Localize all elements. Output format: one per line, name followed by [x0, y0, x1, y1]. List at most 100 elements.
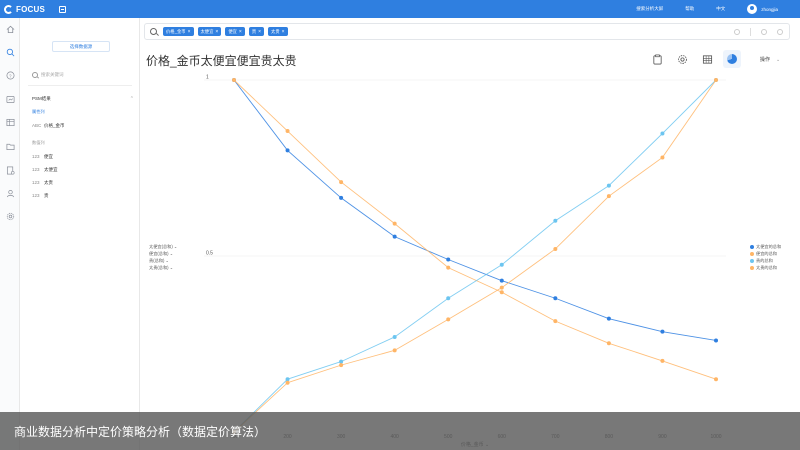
- panel-search[interactable]: 搜索关键词: [32, 70, 132, 79]
- data-point[interactable]: [285, 380, 290, 385]
- field-name: 价格_金币: [44, 123, 65, 128]
- field-too-cheap[interactable]: 123 太便宜: [32, 167, 58, 173]
- data-point[interactable]: [606, 194, 611, 199]
- chip-label: 价格_金币: [166, 28, 186, 34]
- svg-text:?: ?: [8, 73, 11, 78]
- link-dashboard[interactable]: 搜索分析大屏: [636, 6, 663, 12]
- data-point[interactable]: [446, 317, 451, 322]
- data-point[interactable]: [714, 377, 718, 382]
- chart-legend: 太便宜的总和 便宜的总和 贵的总和 太贵的总和: [750, 243, 781, 271]
- question-icon[interactable]: ?: [5, 70, 15, 80]
- chip-label: 太贵: [271, 28, 280, 34]
- search-chip[interactable]: 太便宜 ×: [197, 27, 222, 36]
- field-type: 123: [32, 154, 40, 159]
- field-expensive[interactable]: 123 贵: [32, 193, 49, 199]
- link-language[interactable]: 中文: [716, 6, 725, 12]
- data-point[interactable]: [392, 221, 397, 226]
- legend-item[interactable]: 太便宜的总和: [750, 243, 781, 250]
- data-point[interactable]: [285, 377, 290, 382]
- left-legend-item[interactable]: 贵(总和) ⌄: [149, 257, 177, 264]
- task-icon[interactable]: [5, 165, 15, 175]
- field-price-gold[interactable]: ABC 价格_金币: [32, 123, 65, 129]
- field-too-expensive[interactable]: 123 太贵: [32, 180, 53, 186]
- search-chip[interactable]: 便宜 ×: [225, 27, 245, 36]
- series-line: [233, 79, 717, 341]
- legend-item[interactable]: 贵的总和: [750, 257, 781, 264]
- table-psm-results[interactable]: PSM结果 ⌃: [32, 96, 134, 102]
- focus-logo[interactable]: FOCUS: [4, 0, 45, 18]
- data-point[interactable]: [232, 78, 236, 82]
- data-point[interactable]: [660, 131, 665, 136]
- legend-item[interactable]: 便宜的总和: [750, 250, 781, 257]
- history-icon[interactable]: [761, 28, 767, 35]
- data-point[interactable]: [285, 148, 290, 153]
- user-icon[interactable]: [5, 188, 15, 198]
- data-point[interactable]: [553, 296, 558, 301]
- search-icon[interactable]: [5, 47, 15, 57]
- data-point[interactable]: [499, 262, 504, 267]
- close-icon[interactable]: ×: [282, 29, 285, 35]
- data-point[interactable]: [285, 129, 290, 134]
- data-point[interactable]: [553, 246, 558, 251]
- username[interactable]: zhongjia: [761, 7, 778, 12]
- data-point[interactable]: [606, 183, 611, 188]
- legend-item[interactable]: 太贵的总和: [750, 264, 781, 271]
- data-point[interactable]: [339, 195, 344, 200]
- folder-icon[interactable]: [5, 141, 15, 151]
- data-point[interactable]: [446, 257, 451, 262]
- data-point[interactable]: [660, 155, 665, 160]
- close-icon[interactable]: ×: [258, 29, 261, 35]
- chart-type-button[interactable]: [723, 50, 741, 68]
- chip-label: 便宜: [228, 28, 237, 34]
- settings-icon[interactable]: [5, 211, 15, 221]
- data-point[interactable]: [446, 296, 451, 301]
- legend-dot: [750, 258, 754, 263]
- dashboard-icon[interactable]: [5, 94, 15, 104]
- left-legend-item[interactable]: 太便宜(总和) ⌄: [149, 243, 177, 250]
- left-legend-item[interactable]: 便宜(总和) ⌄: [149, 250, 177, 257]
- gear-icon[interactable]: [676, 53, 688, 65]
- data-point[interactable]: [714, 338, 718, 343]
- collapse-icon[interactable]: ⌃: [130, 96, 134, 102]
- new-tab-icon[interactable]: [59, 5, 66, 13]
- data-point[interactable]: [660, 329, 665, 334]
- search-chip[interactable]: 太贵 ×: [268, 27, 288, 36]
- data-point[interactable]: [499, 285, 504, 290]
- data-point[interactable]: [339, 359, 344, 364]
- data-point[interactable]: [660, 358, 665, 363]
- home-icon[interactable]: [5, 24, 15, 34]
- data-point[interactable]: [339, 180, 344, 185]
- voice-icon[interactable]: [777, 28, 783, 35]
- close-icon[interactable]: ×: [239, 29, 242, 35]
- left-legend-label: 贵(总和): [149, 258, 165, 263]
- search-bar[interactable]: 价格_金币 × 太便宜 × 便宜 × 贵 × 太贵 ×: [144, 23, 790, 40]
- clear-icon[interactable]: [734, 28, 740, 35]
- data-point[interactable]: [499, 278, 504, 283]
- select-data-source-button[interactable]: 选择数据源: [52, 41, 110, 52]
- operations-menu[interactable]: 操作 ⌄: [760, 56, 780, 63]
- close-icon[interactable]: ×: [188, 29, 191, 35]
- data-point[interactable]: [446, 265, 451, 270]
- data-point[interactable]: [606, 316, 611, 321]
- clipboard-icon[interactable]: [651, 53, 663, 65]
- left-legend-item[interactable]: 太贵(总和) ⌄: [149, 264, 177, 271]
- avatar[interactable]: [747, 4, 758, 14]
- search-chip[interactable]: 价格_金币 ×: [163, 27, 194, 36]
- link-help[interactable]: 帮助: [685, 6, 694, 12]
- data-point[interactable]: [339, 363, 344, 368]
- table-icon[interactable]: [5, 117, 15, 127]
- data-point[interactable]: [606, 341, 611, 346]
- data-point[interactable]: [714, 78, 718, 82]
- data-point[interactable]: [553, 319, 558, 324]
- data-point[interactable]: [392, 334, 397, 339]
- data-point[interactable]: [392, 234, 397, 239]
- close-icon[interactable]: ×: [215, 29, 218, 35]
- field-cheap[interactable]: 123 便宜: [32, 154, 53, 160]
- data-point[interactable]: [553, 218, 558, 223]
- series-line: [233, 79, 717, 380]
- data-point[interactable]: [392, 348, 397, 353]
- grid-icon[interactable]: [701, 53, 713, 65]
- search-chip[interactable]: 贵 ×: [248, 27, 265, 36]
- field-type: 123: [32, 180, 40, 185]
- data-point[interactable]: [499, 290, 504, 295]
